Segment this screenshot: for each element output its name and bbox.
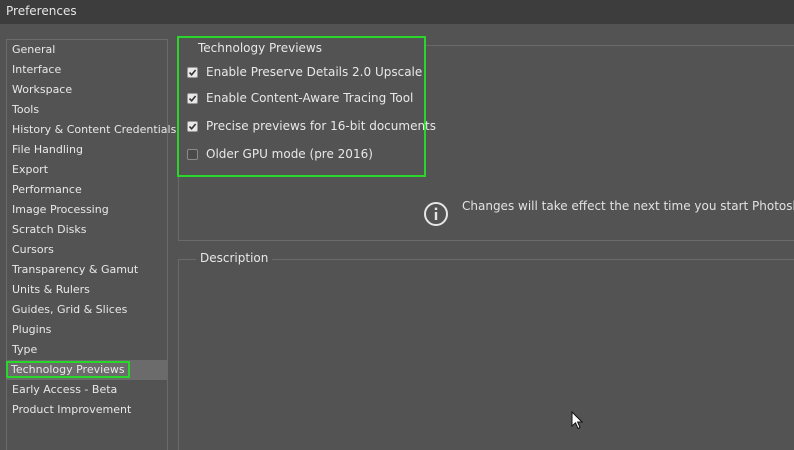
window-title: Preferences (6, 4, 77, 18)
sidebar-item-label: Export (12, 163, 49, 176)
sidebar-item-label: Image Processing (12, 203, 109, 216)
description-legend: Description (196, 251, 273, 265)
sidebar-item-label: Workspace (12, 83, 73, 96)
option-preserve-details-upscale[interactable]: Enable Preserve Details 2.0 Upscale (187, 63, 422, 81)
sidebar-item-label: File Handling (12, 143, 83, 156)
description-group (178, 259, 794, 450)
sidebar-item-label: Performance (12, 183, 82, 196)
sidebar-item-label: Tools (12, 103, 40, 116)
checkbox-checked-icon[interactable] (187, 66, 198, 78)
checkbox-unchecked-icon[interactable] (187, 148, 198, 160)
option-older-gpu-mode[interactable]: Older GPU mode (pre 2016) (187, 145, 373, 163)
restart-notice-text: Changes will take effect the next time y… (462, 199, 794, 213)
sidebar-item-technology-previews[interactable]: Technology Previews (6, 360, 167, 380)
sidebar-item-label: Product Improvement (12, 403, 132, 416)
sidebar-item-guides-grid-slices[interactable]: Guides, Grid & Slices (7, 300, 167, 320)
sidebar-item-early-access-beta[interactable]: Early Access - Beta (7, 380, 167, 400)
checkbox-checked-icon[interactable] (187, 120, 198, 132)
sidebar-item-cursors[interactable]: Cursors (7, 240, 167, 260)
sidebar-item-general[interactable]: General (7, 40, 167, 60)
sidebar-item-label: Scratch Disks (12, 223, 87, 236)
sidebar-item-image-processing[interactable]: Image Processing (7, 200, 167, 220)
sidebar-item-tools[interactable]: Tools (7, 100, 167, 120)
sidebar-item-label: History & Content Credentials (12, 123, 177, 136)
sidebar-item-history-content-credentials[interactable]: History & Content Credentials (7, 120, 176, 140)
option-label: Enable Content-Aware Tracing Tool (206, 91, 414, 105)
sidebar-item-workspace[interactable]: Workspace (7, 80, 167, 100)
sidebar-item-label: Technology Previews (6, 361, 130, 378)
technology-previews-legend: Technology Previews (198, 41, 322, 55)
technology-previews-group: Technology Previews Enable Preserve Deta… (177, 36, 436, 177)
option-label: Precise previews for 16-bit documents (206, 119, 437, 133)
sidebar-item-file-handling[interactable]: File Handling (7, 140, 167, 160)
sidebar-item-label: Plugins (12, 323, 52, 336)
option-content-aware-tracing[interactable]: Enable Content-Aware Tracing Tool (187, 89, 413, 107)
sidebar-item-export[interactable]: Export (7, 160, 167, 180)
sidebar-item-product-improvement[interactable]: Product Improvement (7, 400, 167, 420)
sidebar-item-type[interactable]: Type (7, 340, 167, 360)
sidebar-item-label: Transparency & Gamut (12, 263, 139, 276)
sidebar-item-performance[interactable]: Performance (7, 180, 167, 200)
sidebar-item-label: General (12, 43, 56, 56)
sidebar-item-plugins[interactable]: Plugins (7, 320, 167, 340)
sidebar-item-label: Interface (12, 63, 62, 76)
preferences-sidebar: General Interface Workspace Tools Histor… (6, 39, 176, 450)
mouse-pointer-icon (571, 411, 583, 430)
checkbox-checked-icon[interactable] (187, 92, 198, 104)
sidebar-item-scratch-disks[interactable]: Scratch Disks (7, 220, 167, 240)
restart-notice (423, 201, 449, 227)
info-icon (424, 202, 448, 226)
sidebar-item-label: Guides, Grid & Slices (12, 303, 128, 316)
sidebar-item-label: Units & Rulers (12, 283, 90, 296)
option-precise-previews-16bit[interactable]: Precise previews for 16-bit documents (187, 117, 436, 135)
sidebar-item-label: Cursors (12, 243, 54, 256)
sidebar-item-label: Early Access - Beta (12, 383, 118, 396)
sidebar-item-label: Type (12, 343, 38, 356)
option-label: Enable Preserve Details 2.0 Upscale (206, 65, 423, 79)
window-titlebar: Preferences (0, 0, 794, 24)
option-label: Older GPU mode (pre 2016) (206, 147, 373, 161)
sidebar-item-units-rulers[interactable]: Units & Rulers (7, 280, 167, 300)
sidebar-item-transparency-gamut[interactable]: Transparency & Gamut (7, 260, 167, 280)
sidebar-item-interface[interactable]: Interface (7, 60, 167, 80)
